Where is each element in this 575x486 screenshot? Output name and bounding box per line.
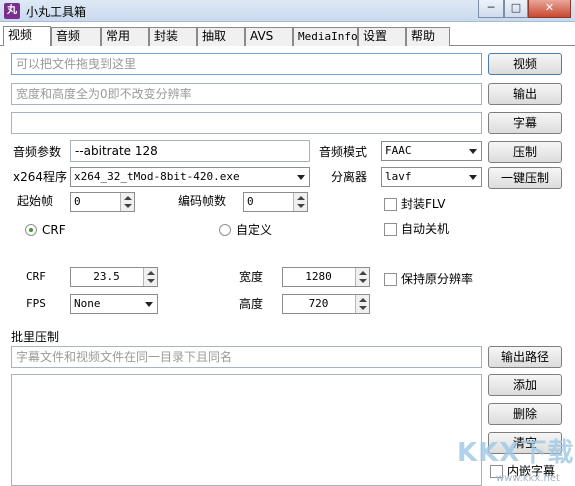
- spinner-buttons[interactable]: [293, 193, 307, 211]
- mux-flv-label: 封装FLV: [401, 197, 446, 211]
- fps-value: None: [74, 297, 101, 310]
- audio-params-input[interactable]: --abitrate 128: [70, 140, 310, 162]
- close-button[interactable]: ✕: [528, 0, 571, 18]
- crf-radio[interactable]: [25, 224, 37, 236]
- height-value: 720: [308, 297, 329, 310]
- crf-label: CRF: [26, 270, 46, 283]
- spinner-buttons[interactable]: [355, 295, 369, 313]
- tab-mux[interactable]: 封装: [149, 27, 197, 46]
- custom-radio-label: 自定义: [236, 223, 273, 237]
- audio-mode-value: FAAC: [385, 144, 412, 157]
- start-frame-label: 起始帧: [17, 194, 54, 208]
- fps-label: FPS: [26, 297, 46, 310]
- batch-hint-input[interactable]: 字幕文件和视频文件在同一目录下且同名: [11, 346, 482, 368]
- height-label: 高度: [239, 297, 264, 311]
- batch-section-label: 批里压制: [11, 330, 60, 344]
- subtitle-file-input[interactable]: [11, 112, 482, 134]
- start-frame-value: 0: [74, 195, 81, 208]
- width-spinner[interactable]: 1280: [282, 267, 370, 287]
- video-file-input[interactable]: 可以把文件拖曳到这里: [11, 53, 482, 75]
- splitter-label: 分离器: [331, 170, 368, 184]
- minimize-button[interactable]: ─: [478, 0, 504, 18]
- start-frame-spinner[interactable]: 0: [70, 192, 135, 212]
- encode-frames-value: 0: [247, 195, 254, 208]
- batch-file-list[interactable]: [11, 374, 482, 486]
- crf-value: 23.5: [93, 270, 120, 283]
- app-icon: 丸: [4, 3, 20, 19]
- encode-frames-spinner[interactable]: 0: [243, 192, 308, 212]
- tab-extract[interactable]: 抽取: [197, 27, 245, 46]
- width-label: 宽度: [239, 270, 264, 284]
- x264-program-value: x264_32_tMod-8bit-420.exe: [74, 170, 240, 183]
- audio-mode-select[interactable]: FAAC: [381, 141, 482, 161]
- x264-program-label: x264程序: [13, 170, 68, 184]
- chevron-down-icon: [469, 175, 477, 180]
- crf-spinner[interactable]: 23.5: [70, 267, 158, 287]
- custom-radio[interactable]: [219, 224, 231, 236]
- keep-resolution-checkbox[interactable]: [384, 273, 397, 286]
- x264-program-select[interactable]: x264_32_tMod-8bit-420.exe: [70, 167, 310, 187]
- compress-button[interactable]: 压制: [488, 141, 562, 163]
- tab-audio[interactable]: 音频: [51, 27, 101, 46]
- crf-radio-label: CRF: [42, 223, 66, 237]
- chevron-down-icon: [297, 204, 305, 208]
- window-title: 小丸工具箱: [26, 5, 87, 19]
- tab-common[interactable]: 常用: [101, 27, 149, 46]
- chevron-down-icon: [297, 175, 305, 180]
- output-path-button[interactable]: 输出路径: [488, 346, 562, 368]
- delete-button[interactable]: 删除: [488, 403, 562, 425]
- auto-shutdown-checkbox[interactable]: [384, 223, 397, 236]
- audio-params-label: 音频参数: [13, 145, 62, 159]
- width-value: 1280: [305, 270, 332, 283]
- chevron-up-icon: [359, 271, 367, 275]
- output-button[interactable]: 输出: [488, 83, 562, 105]
- watermark-url: www.kkx.net: [496, 473, 560, 484]
- one-click-compress-button[interactable]: 一键压制: [488, 167, 562, 189]
- chevron-down-icon: [145, 302, 153, 307]
- spinner-buttons[interactable]: [120, 193, 134, 211]
- chevron-down-icon: [469, 149, 477, 154]
- mux-flv-checkbox[interactable]: [384, 198, 397, 211]
- subtitle-button[interactable]: 字幕: [488, 112, 562, 134]
- height-spinner[interactable]: 720: [282, 294, 370, 314]
- fps-select[interactable]: None: [70, 294, 158, 314]
- audio-mode-label: 音频模式: [319, 145, 368, 159]
- tab-video[interactable]: 视频: [3, 26, 51, 46]
- splitter-value: lavf: [385, 170, 412, 183]
- encode-frames-label: 编码帧数: [178, 194, 227, 208]
- auto-shutdown-label: 自动关机: [401, 222, 450, 236]
- tab-avs[interactable]: AVS: [245, 27, 293, 46]
- output-file-input[interactable]: 宽度和高度全为0即不改变分辨率: [11, 83, 482, 105]
- chevron-down-icon: [359, 279, 367, 283]
- tab-settings[interactable]: 设置: [358, 27, 406, 46]
- chevron-up-icon: [124, 196, 132, 200]
- maximize-button[interactable]: □: [504, 0, 528, 18]
- chevron-up-icon: [297, 196, 305, 200]
- tab-mediainfo[interactable]: MediaInfo: [293, 27, 358, 46]
- add-button[interactable]: 添加: [488, 374, 562, 396]
- radio-selected-dot: [29, 228, 33, 232]
- chevron-down-icon: [147, 279, 155, 283]
- splitter-select[interactable]: lavf: [381, 167, 482, 187]
- chevron-down-icon: [359, 306, 367, 310]
- chevron-down-icon: [124, 204, 132, 208]
- keep-resolution-label: 保持原分辨率: [401, 272, 474, 286]
- tab-help[interactable]: 帮助: [406, 27, 450, 46]
- watermark-logo: KKX下载: [457, 438, 575, 468]
- video-button[interactable]: 视频: [488, 53, 562, 75]
- chevron-up-icon: [359, 298, 367, 302]
- spinner-buttons[interactable]: [143, 268, 157, 286]
- spinner-buttons[interactable]: [355, 268, 369, 286]
- chevron-up-icon: [147, 271, 155, 275]
